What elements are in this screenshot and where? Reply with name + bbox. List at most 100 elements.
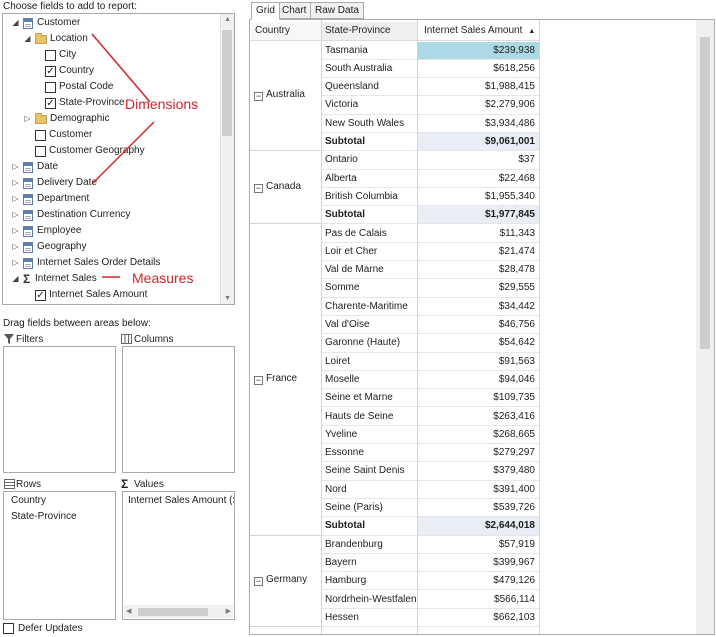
minus-box-icon[interactable]: − bbox=[254, 577, 263, 587]
amount-cell[interactable]: $268,665 bbox=[417, 425, 539, 445]
subtotal-amount[interactable]: $9,061,001 bbox=[417, 133, 539, 152]
state-cell[interactable]: Nord bbox=[321, 480, 417, 499]
state-cell[interactable]: British Columbia bbox=[321, 187, 417, 207]
tab-grid[interactable]: Grid bbox=[251, 2, 280, 20]
minus-box-icon[interactable]: − bbox=[254, 183, 263, 193]
amount-cell[interactable]: $34,442 bbox=[417, 297, 539, 316]
amount-cell[interactable]: $28,478 bbox=[417, 261, 539, 280]
state-cell[interactable]: Seine Saint Denis bbox=[321, 462, 417, 481]
amount-cell[interactable]: $566,114 bbox=[417, 590, 539, 609]
state-cell[interactable]: Bayern bbox=[321, 553, 417, 573]
amount-cell[interactable]: $1,988,415 bbox=[417, 78, 539, 97]
columns-drop-area[interactable] bbox=[122, 346, 235, 473]
state-cell[interactable]: Pas de Calais bbox=[321, 224, 417, 243]
amount-cell[interactable]: $109,735 bbox=[417, 389, 539, 408]
values-drop-area[interactable]: Internet Sales Amount (S ◀ ▶ bbox=[122, 491, 235, 620]
amount-cell[interactable]: $662,103 bbox=[417, 608, 539, 628]
filters-drop-area[interactable] bbox=[3, 346, 116, 473]
state-cell[interactable]: Seine et Marne bbox=[321, 389, 417, 408]
values-area-label: Values bbox=[134, 479, 164, 490]
values-hscroll-thumb[interactable] bbox=[138, 608, 208, 616]
subtotal-amount[interactable]: $2,644,018 bbox=[417, 517, 539, 536]
measures-annotation: Measures bbox=[132, 270, 194, 286]
state-cell[interactable]: Loir et Cher bbox=[321, 242, 417, 262]
state-cell[interactable]: Essonne bbox=[321, 444, 417, 463]
country-group-australia[interactable]: − Australia bbox=[250, 41, 321, 152]
rows-item-state-province[interactable]: State-Province bbox=[11, 511, 77, 522]
amount-cell[interactable]: $263,416 bbox=[417, 407, 539, 426]
rows-drop-area[interactable]: Country State-Province bbox=[3, 491, 116, 620]
values-item-internet-sales-amount[interactable]: Internet Sales Amount (S bbox=[128, 495, 234, 506]
country-group-canada[interactable]: − Canada bbox=[250, 151, 321, 225]
amount-cell[interactable]: $11,343 bbox=[417, 224, 539, 243]
scroll-left-icon[interactable]: ◀ bbox=[126, 607, 131, 615]
state-cell[interactable]: Val d'Oise bbox=[321, 316, 417, 335]
header-state-province[interactable]: State-Province bbox=[321, 22, 417, 40]
header-country[interactable]: Country bbox=[251, 22, 321, 40]
state-cell[interactable]: South Australia bbox=[321, 59, 417, 79]
rows-item-country[interactable]: Country bbox=[11, 495, 46, 506]
state-cell[interactable]: Hamburg bbox=[321, 572, 417, 591]
state-cell[interactable]: Hessen bbox=[321, 608, 417, 628]
dimensions-annotation: Dimensions bbox=[125, 96, 199, 112]
sort-ascending-icon: ▲ bbox=[526, 28, 536, 35]
state-cell[interactable]: Somme bbox=[321, 279, 417, 298]
minus-box-icon[interactable]: − bbox=[254, 376, 263, 386]
amount-cell[interactable]: $391,400 bbox=[417, 480, 539, 499]
rows-icon bbox=[4, 479, 15, 489]
state-cell[interactable]: Yveline bbox=[321, 425, 417, 445]
state-cell[interactable]: Hauts de Seine bbox=[321, 407, 417, 426]
header-internet-sales-amount[interactable]: Internet Sales Amount ▲ bbox=[417, 22, 539, 40]
amount-cell[interactable]: $91,563 bbox=[417, 352, 539, 371]
amount-cell[interactable]: $94,046 bbox=[417, 370, 539, 390]
amount-cell[interactable]: $618,256 bbox=[417, 59, 539, 79]
minus-box-icon[interactable]: − bbox=[254, 92, 263, 102]
state-cell[interactable]: Victoria bbox=[321, 96, 417, 115]
pivot-grid[interactable]: Country State-Province Internet Sales Amou… bbox=[249, 19, 715, 635]
amount-cell[interactable]: $21,474 bbox=[417, 242, 539, 262]
tab-chart[interactable]: Chart bbox=[277, 2, 312, 19]
amount-cell[interactable]: $46,756 bbox=[417, 316, 539, 335]
columns-area-label: Columns bbox=[134, 334, 174, 345]
grid-scroll-thumb[interactable] bbox=[700, 37, 710, 349]
state-cell[interactable]: Loiret bbox=[321, 352, 417, 371]
amount-cell[interactable]: $479,126 bbox=[417, 572, 539, 591]
amount-cell[interactable]: $22,468 bbox=[417, 169, 539, 188]
values-hscrollbar[interactable]: ◀ ▶ bbox=[124, 605, 233, 618]
scroll-right-icon[interactable]: ▶ bbox=[226, 607, 231, 615]
state-cell[interactable]: Ontario bbox=[321, 151, 417, 170]
amount-cell[interactable]: $379,480 bbox=[417, 462, 539, 481]
state-cell[interactable]: Queensland bbox=[321, 78, 417, 97]
state-cell[interactable]: Seine (Paris) bbox=[321, 499, 417, 518]
state-cell[interactable]: Val de Marne bbox=[321, 261, 417, 280]
values-sigma-icon: Σ bbox=[121, 477, 129, 491]
state-cell[interactable]: Nordrhein-Westfalen bbox=[321, 590, 417, 609]
state-cell[interactable]: Brandenburg bbox=[321, 535, 417, 554]
country-name: France bbox=[266, 373, 298, 385]
amount-cell[interactable]: $37 bbox=[417, 151, 539, 170]
amount-cell[interactable]: $1,955,340 bbox=[417, 187, 539, 207]
amount-cell[interactable]: $57,919 bbox=[417, 535, 539, 554]
state-cell[interactable]: New South Wales bbox=[321, 114, 417, 133]
state-cell[interactable]: Alberta bbox=[321, 169, 417, 188]
country-group-germany[interactable]: − Germany bbox=[250, 535, 321, 628]
amount-cell[interactable]: $539,726 bbox=[417, 499, 539, 518]
defer-updates-label: Defer Updates bbox=[18, 623, 83, 634]
columns-icon bbox=[121, 334, 132, 344]
state-cell[interactable]: Moselle bbox=[321, 370, 417, 390]
defer-updates-checkbox[interactable] bbox=[3, 623, 14, 634]
amount-cell[interactable]: $3,934,486 bbox=[417, 114, 539, 133]
state-cell[interactable]: Tasmania bbox=[321, 41, 417, 60]
subtotal-amount[interactable]: $1,977,845 bbox=[417, 206, 539, 225]
country-group-france[interactable]: − France bbox=[250, 224, 321, 536]
amount-cell[interactable]: $2,279,906 bbox=[417, 96, 539, 115]
amount-cell[interactable]: $54,642 bbox=[417, 334, 539, 353]
filter-icon bbox=[4, 334, 14, 344]
tab-raw-data[interactable]: Raw Data bbox=[310, 2, 364, 19]
amount-cell[interactable]: $399,967 bbox=[417, 553, 539, 573]
amount-cell[interactable]: $279,297 bbox=[417, 444, 539, 463]
amount-cell[interactable]: $29,555 bbox=[417, 279, 539, 298]
state-cell[interactable]: Charente-Maritime bbox=[321, 297, 417, 316]
amount-cell[interactable]: $239,938 bbox=[417, 41, 539, 60]
state-cell[interactable]: Garonne (Haute) bbox=[321, 334, 417, 353]
